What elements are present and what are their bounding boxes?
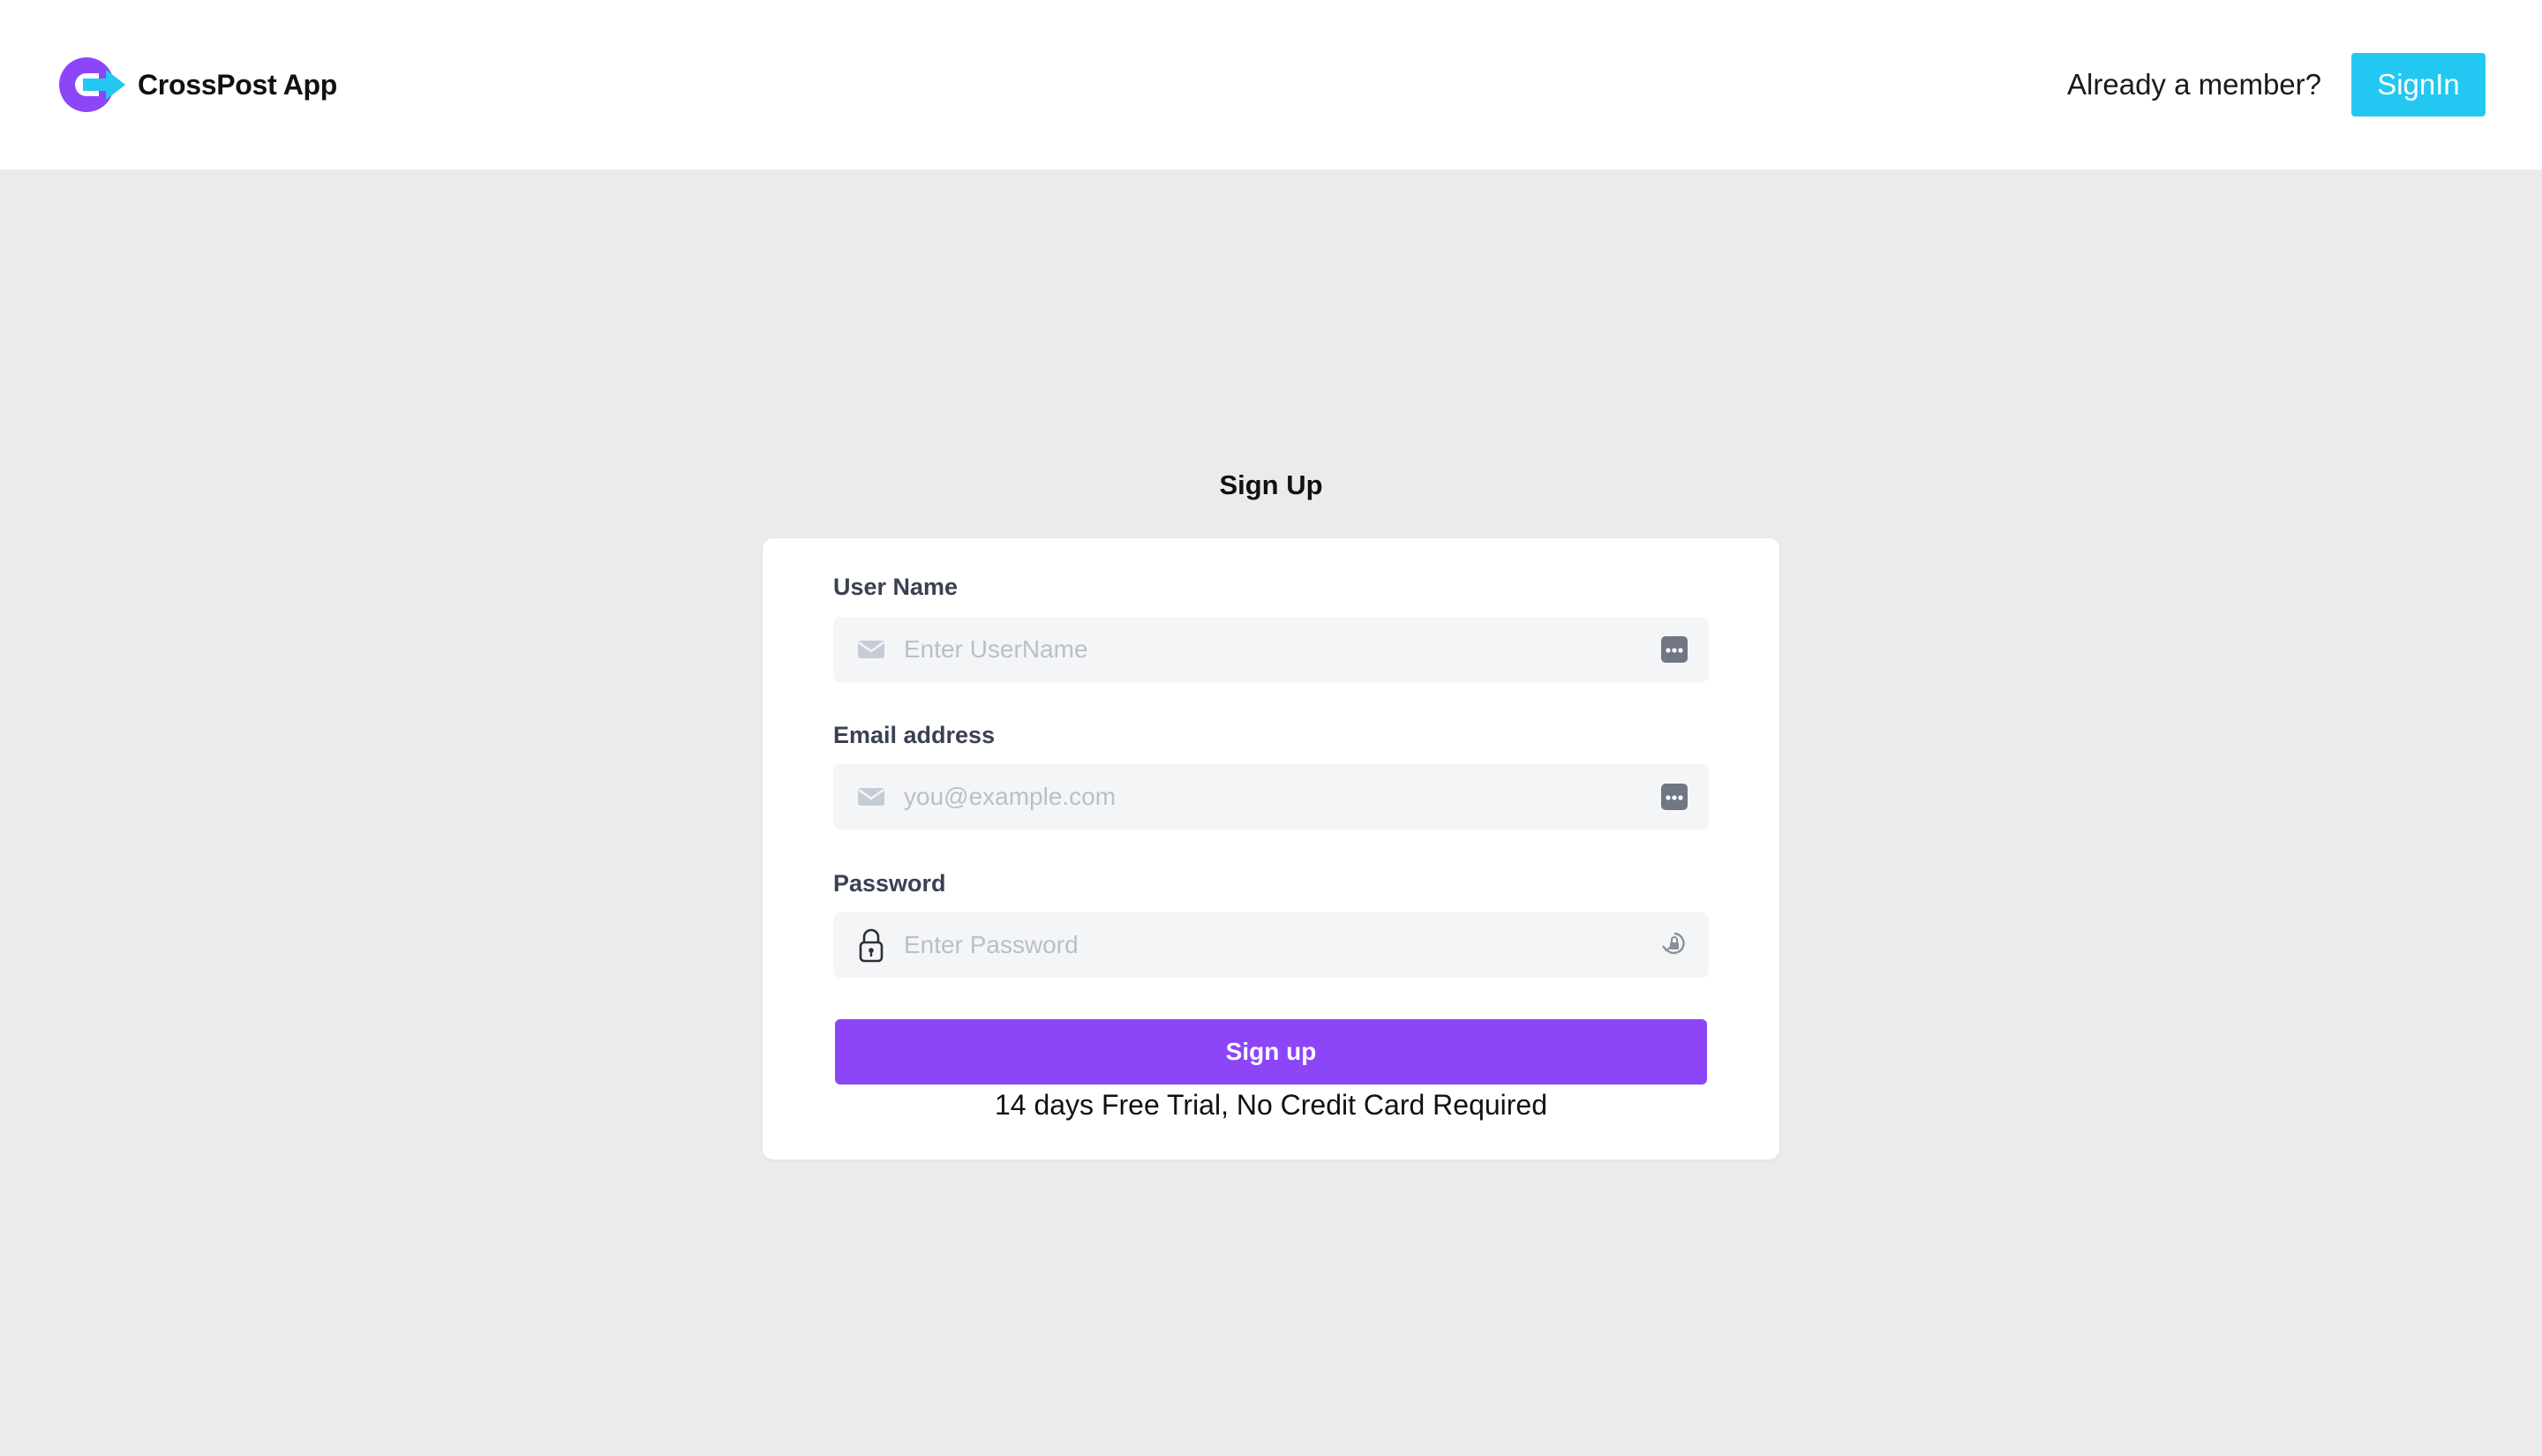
password-input[interactable] bbox=[904, 931, 1659, 959]
page-title: Sign Up bbox=[1219, 469, 1323, 500]
header-actions: Already a member? SignIn bbox=[2067, 53, 2486, 116]
username-label: User Name bbox=[833, 574, 959, 600]
member-prompt: Already a member? bbox=[2067, 68, 2321, 101]
password-manager-icon[interactable] bbox=[1659, 634, 1689, 664]
trial-note: 14 days Free Trial, No Credit Card Requi… bbox=[994, 1089, 1548, 1121]
top-header: CrossPost App Already a member? SignIn bbox=[0, 0, 2542, 169]
envelope-icon bbox=[856, 782, 886, 812]
signup-form: User Name Email address bbox=[763, 538, 1779, 1160]
signup-button[interactable]: Sign up bbox=[835, 1019, 1707, 1084]
username-field bbox=[833, 617, 1709, 682]
email-input[interactable] bbox=[904, 783, 1659, 811]
password-label: Password bbox=[833, 870, 946, 897]
email-label: Email address bbox=[833, 722, 996, 748]
brand[interactable]: CrossPost App bbox=[56, 54, 337, 116]
password-manager-icon[interactable] bbox=[1659, 782, 1689, 812]
padlock-icon bbox=[856, 928, 886, 963]
password-key-icon[interactable] bbox=[1659, 930, 1689, 960]
crosspost-logo-icon bbox=[59, 57, 125, 112]
username-input[interactable] bbox=[904, 635, 1659, 664]
envelope-icon bbox=[856, 634, 886, 664]
brand-name: CrossPost App bbox=[138, 68, 338, 101]
email-field bbox=[833, 764, 1709, 829]
password-field bbox=[833, 912, 1709, 978]
signin-button[interactable]: SignIn bbox=[2351, 53, 2486, 116]
